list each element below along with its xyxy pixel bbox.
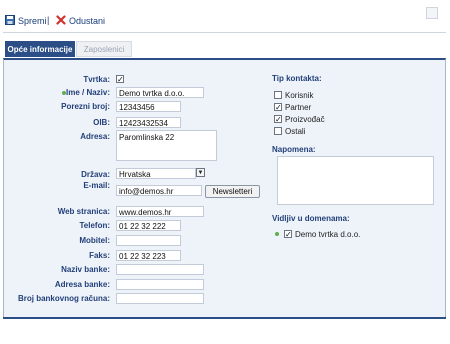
- porezni-label: Porezni broj:: [61, 102, 110, 111]
- adresa-banke-field[interactable]: [116, 279, 204, 290]
- checkmark-icon: ✓: [275, 103, 282, 112]
- partner-checkbox[interactable]: ✓: [274, 103, 282, 112]
- chevron-down-icon[interactable]: ▼: [196, 168, 205, 177]
- napomena-label: Napomena:: [272, 145, 316, 154]
- tab-zaposlenici[interactable]: Zaposlenici: [76, 41, 132, 57]
- email-field[interactable]: info@demos.hr: [116, 185, 202, 196]
- web-label: Web stranica:: [57, 207, 110, 216]
- required-dot: [275, 232, 279, 236]
- domena-label: Demo tvrtka d.o.o.: [295, 230, 361, 239]
- telefon-label: Telefon:: [79, 221, 110, 230]
- napomena-textarea[interactable]: [277, 156, 434, 205]
- drzava-label: Država:: [81, 170, 110, 179]
- ostali-label: Ostali: [285, 127, 306, 136]
- domena-checkbox[interactable]: ✓: [284, 230, 292, 239]
- drzava-select[interactable]: Hrvatska: [116, 168, 196, 179]
- korisnik-label: Korisnik: [285, 91, 314, 100]
- newsletter-button[interactable]: Newsletteri: [205, 185, 260, 198]
- toolbar-separator: |: [47, 15, 50, 25]
- checkmark-icon: ✓: [117, 75, 124, 84]
- adresa-banke-label: Adresa banke:: [54, 280, 110, 289]
- checkmark-icon: ✓: [275, 115, 282, 124]
- toolbar-right-control[interactable]: [426, 7, 438, 19]
- telefon-field[interactable]: 01 22 32 222: [116, 220, 181, 231]
- panel-bottom-border: [3, 317, 446, 319]
- tip-kontakta-label: Tip kontakta:: [272, 74, 322, 83]
- cancel-label: Odustani: [69, 16, 106, 26]
- floppy-disk-icon: [5, 15, 15, 27]
- ostali-checkbox[interactable]: [274, 127, 282, 135]
- mobitel-label: Mobitel:: [79, 236, 110, 245]
- red-x-icon: [56, 15, 66, 27]
- korisnik-checkbox[interactable]: [274, 91, 282, 99]
- tab-opce-informacije[interactable]: Opće informacije: [5, 41, 75, 57]
- tvrtka-checkbox[interactable]: ✓: [116, 75, 124, 84]
- oib-field[interactable]: 12423432534: [116, 117, 181, 128]
- faks-label: Faks:: [89, 251, 110, 260]
- banka-field[interactable]: [116, 264, 204, 275]
- racun-label: Broj bankovnog računa:: [17, 294, 110, 303]
- toolbar-divider: [3, 32, 446, 33]
- banka-label: Naziv banke:: [61, 265, 110, 274]
- adresa-label: Adresa:: [80, 132, 110, 141]
- email-label: E-mail:: [83, 181, 110, 190]
- racun-field[interactable]: [116, 293, 204, 304]
- proizvodjac-label: Proizvođač: [285, 115, 325, 124]
- ime-field[interactable]: Demo tvrtka d.o.o.: [116, 87, 204, 98]
- cancel-button[interactable]: Odustani: [56, 15, 105, 27]
- proizvodjac-checkbox[interactable]: ✓: [274, 115, 282, 124]
- ime-label: Ime / Naziv:: [65, 88, 110, 97]
- porezni-field[interactable]: 12343456: [116, 101, 181, 112]
- tvrtka-label: Tvrtka:: [83, 75, 110, 84]
- adresa-textarea[interactable]: Paromlinska 22: [116, 130, 217, 161]
- faks-field[interactable]: 01 22 32 223: [116, 250, 181, 261]
- save-button[interactable]: Spremi: [5, 15, 47, 27]
- save-label: Spremi: [18, 16, 47, 26]
- mobitel-field[interactable]: [116, 235, 181, 246]
- web-field[interactable]: www.demos.hr: [116, 206, 204, 217]
- domene-label: Vidljiv u domenama:: [272, 214, 350, 223]
- oib-label: OIB:: [93, 118, 110, 127]
- partner-label: Partner: [285, 103, 312, 112]
- checkmark-icon: ✓: [285, 230, 292, 239]
